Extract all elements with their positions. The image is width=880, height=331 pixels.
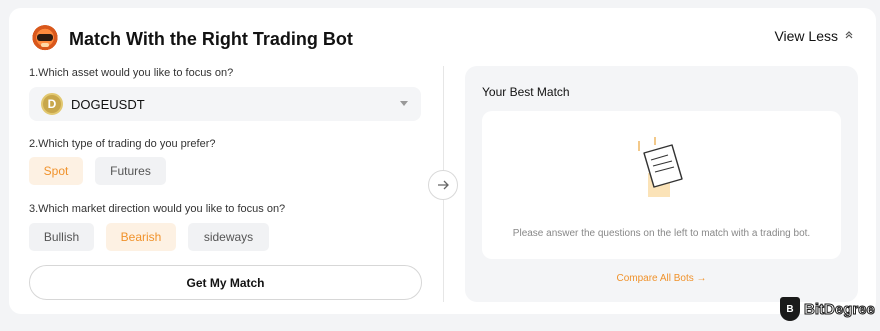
compare-all-bots-link[interactable]: Compare All Bots → <box>465 273 858 284</box>
question-market-direction: 3.Which market direction would you like … <box>29 203 286 215</box>
asset-select-value: DOGEUSDT <box>71 96 145 112</box>
view-less-label: View Less <box>774 28 838 44</box>
option-bearish[interactable]: Bearish <box>106 223 176 251</box>
document-placeholder-icon <box>632 133 692 203</box>
get-my-match-button[interactable]: Get My Match <box>29 265 422 300</box>
option-bullish[interactable]: Bullish <box>29 223 94 251</box>
option-spot[interactable]: Spot <box>29 157 83 185</box>
caret-down-icon <box>400 101 408 106</box>
card-header: Match With the Right Trading Bot <box>31 24 353 54</box>
best-match-title: Your Best Match <box>482 85 570 99</box>
chevron-up-icon <box>844 30 854 42</box>
robot-icon <box>31 25 59 53</box>
bitdegree-logo-icon: B <box>780 297 800 321</box>
question-asset: 1.Which asset would you like to focus on… <box>29 67 234 79</box>
card-title: Match With the Right Trading Bot <box>69 28 353 49</box>
question-trading-type: 2.Which type of trading do you prefer? <box>29 138 216 150</box>
option-sideways[interactable]: sideways <box>188 223 269 251</box>
best-match-panel: Your Best Match Please answer the questi… <box>465 66 858 302</box>
doge-coin-icon: D <box>41 93 63 115</box>
watermark-text: BitDegree <box>804 300 876 318</box>
trading-bot-card: Match With the Right Trading Bot View Le… <box>9 8 876 314</box>
bitdegree-watermark: B BitDegree <box>780 297 875 321</box>
result-hint: Please answer the questions on the left … <box>512 228 811 239</box>
asset-select[interactable]: D DOGEUSDT <box>29 87 421 121</box>
option-futures[interactable]: Futures <box>95 157 166 185</box>
result-box: Please answer the questions on the left … <box>482 111 841 259</box>
view-less-button[interactable]: View Less <box>774 28 854 44</box>
arrow-right-icon[interactable] <box>428 170 458 200</box>
